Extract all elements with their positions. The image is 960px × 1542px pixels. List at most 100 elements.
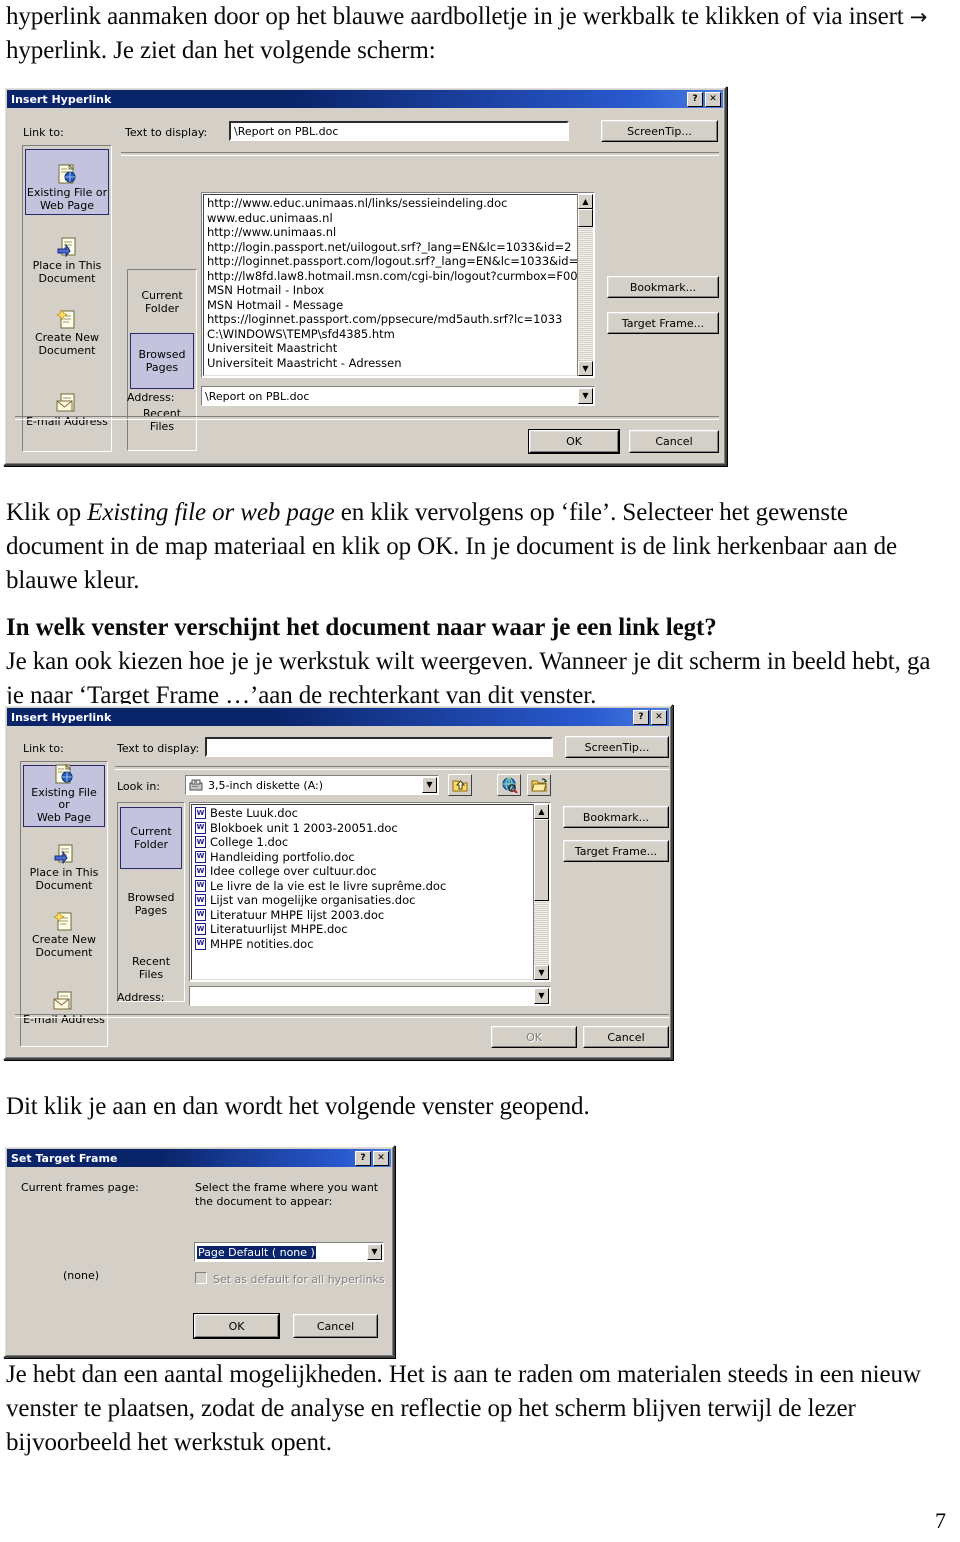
sidebar-item-email-address[interactable]: E-mail Address xyxy=(25,374,109,430)
list-item[interactable]: Universiteit Maastricht xyxy=(204,341,592,356)
list-item[interactable]: http://loginnet.passport.com/logout.srf?… xyxy=(204,254,592,269)
chevron-down-icon[interactable]: ▼ xyxy=(367,1244,382,1260)
dialog1-link-to-label: Link to: xyxy=(23,126,64,139)
list-item[interactable]: http://login.passport.net/uilogout.srf?_… xyxy=(204,240,592,255)
tab-browsed-pages[interactable]: Browsed Pages xyxy=(120,873,182,935)
scroll-down-arrow-icon[interactable]: ▼ xyxy=(578,361,593,376)
list-item[interactable]: MSN Hotmail - Message xyxy=(204,298,592,313)
dialog1-browsed-pages-list[interactable]: http://www.educ.unimaas.nl/links/sessiei… xyxy=(201,192,595,378)
help-button[interactable]: ? xyxy=(355,1150,371,1166)
sidebar-item-place-in-this-document[interactable]: Place in This Document xyxy=(25,221,109,287)
scroll-up-arrow-icon[interactable]: ▲ xyxy=(534,804,549,819)
tab-recent-files[interactable]: Recent Files xyxy=(120,937,182,999)
close-icon[interactable]: ✕ xyxy=(373,1150,389,1166)
dialog2-text-to-display-input[interactable] xyxy=(205,737,553,757)
listbox-rows-container[interactable]: http://www.educ.unimaas.nl/links/sessiei… xyxy=(204,195,592,370)
dialog2-browse-file-button[interactable] xyxy=(527,774,551,796)
dialog3-set-default-checkbox[interactable] xyxy=(195,1272,207,1284)
dialog3-frame-combo[interactable]: Page Default ( none ) ▼ xyxy=(194,1242,384,1262)
insert-hyperlink-dialog-1[interactable]: Insert Hyperlink ? ✕ Link to: Text to di… xyxy=(3,86,727,466)
dialog2-address-combo[interactable]: ▼ xyxy=(189,986,551,1006)
dialog2-titlebar[interactable]: Insert Hyperlink ? ✕ xyxy=(7,708,669,726)
dialog3-current-frames-page-value: (none) xyxy=(63,1269,100,1282)
sidebar-item-create-new-document[interactable]: Create New Document xyxy=(25,293,109,359)
list-item[interactable]: C:\WINDOWS\TEMP\sfd4385.htm xyxy=(204,327,592,342)
up-one-level-icon xyxy=(452,780,467,792)
word-document-icon: W xyxy=(195,879,206,892)
dialog3-titlebar[interactable]: Set Target Frame ? ✕ xyxy=(7,1149,391,1167)
list-item[interactable]: W Lijst van mogelijke organisaties.doc xyxy=(192,893,548,908)
list-item[interactable]: Universiteit Maastricht - Adressen xyxy=(204,356,592,371)
list-item[interactable]: W Blokboek unit 1 2003-20051.doc xyxy=(192,821,548,836)
scroll-thumb[interactable] xyxy=(534,819,549,901)
sidebar-item-existing-file-or-web-page[interactable]: Existing File or Web Page xyxy=(25,149,109,215)
list-item[interactable]: www.educ.unimaas.nl xyxy=(204,211,592,226)
scroll-track[interactable] xyxy=(578,209,593,361)
list-item[interactable]: W College 1.doc xyxy=(192,835,548,850)
sidebar-item-label-line2: Document xyxy=(38,343,96,357)
dialog1-link-to-pane[interactable]: Existing File or Web Page Place in This … xyxy=(22,145,112,452)
dialog2-target-frame-button[interactable]: Target Frame... xyxy=(563,840,669,862)
list-item[interactable]: W Literatuur MHPE lijst 2003.doc xyxy=(192,908,548,923)
word-document-icon: W xyxy=(195,865,206,878)
list-item[interactable]: W Handleiding portfolio.doc xyxy=(192,850,548,865)
tab-browsed-pages[interactable]: Browsed Pages xyxy=(130,333,194,389)
dialog2-ok-button[interactable]: OK xyxy=(491,1026,577,1048)
dialog1-titlebar[interactable]: Insert Hyperlink ? ✕ xyxy=(7,90,723,108)
list-item[interactable]: W Idee college over cultuur.doc xyxy=(192,864,548,879)
dialog1-text-to-display-input[interactable]: \Report on PBL.doc xyxy=(229,121,569,141)
dialog2-browse-web-button[interactable] xyxy=(497,774,521,796)
dialog3-ok-button[interactable]: OK xyxy=(194,1314,279,1338)
dialog1-screentip-button[interactable]: ScreenTip... xyxy=(601,120,718,142)
insert-hyperlink-dialog-2[interactable]: Insert Hyperlink ? ✕ Link to: Text to di… xyxy=(3,704,673,1060)
chevron-down-icon[interactable]: ▼ xyxy=(534,988,549,1004)
dialog2-list-scrollbar[interactable]: ▲ ▼ xyxy=(533,804,549,980)
chevron-down-icon[interactable]: ▼ xyxy=(578,388,593,404)
list-item[interactable]: http://www.educ.unimaas.nl/links/sessiei… xyxy=(204,196,592,211)
list-item[interactable]: W Le livre de la vie est le livre suprême… xyxy=(192,879,548,894)
list-item[interactable]: https://loginnet.passport.com/ppsecure/m… xyxy=(204,312,592,327)
p3-body-text: Je kan ook kiezen hoe je je werkstuk wil… xyxy=(6,648,931,709)
dialog1-list-scrollbar[interactable]: ▲ ▼ xyxy=(577,194,593,376)
help-button[interactable]: ? xyxy=(633,709,649,725)
list-item[interactable]: W Beste Luuk.doc xyxy=(192,806,548,821)
paragraph-je-hebt-dan: Je hebt dan een aantal mogelijkheden. He… xyxy=(6,1358,950,1460)
dialog2-file-list[interactable]: W Beste Luuk.doc W Blokboek unit 1 2003-200… xyxy=(189,802,551,982)
dialog2-look-in-combo[interactable]: 3,5-inch diskette (A:) ▼ xyxy=(185,775,439,795)
dialog2-separator-top xyxy=(115,766,669,770)
tab-current-folder[interactable]: Current Folder xyxy=(130,274,194,330)
scroll-thumb[interactable] xyxy=(578,209,593,227)
dialog3-cancel-button[interactable]: Cancel xyxy=(293,1314,378,1338)
dialog1-ok-button[interactable]: OK xyxy=(529,430,619,453)
dialog2-screentip-button[interactable]: ScreenTip... xyxy=(565,736,669,758)
list-item[interactable]: MSN Hotmail - Inbox xyxy=(204,283,592,298)
dialog1-source-tabs[interactable]: Current Folder Browsed Pages Recent File… xyxy=(127,269,197,451)
sidebar-item-email-address[interactable]: E-mail Address xyxy=(23,974,105,1028)
scroll-down-arrow-icon[interactable]: ▼ xyxy=(534,965,549,980)
list-item[interactable]: W Literatuurlijst MHPE.doc xyxy=(192,922,548,937)
dialog1-bookmark-button[interactable]: Bookmark... xyxy=(607,276,719,298)
list-item-label: http://www.unimaas.nl xyxy=(207,225,337,239)
dialog2-source-tabs[interactable]: Current Folder Browsed Pages Recent File… xyxy=(117,802,185,1002)
chevron-down-icon[interactable]: ▼ xyxy=(422,777,437,793)
sidebar-item-existing-file-or-web-page[interactable]: Existing File or Web Page xyxy=(23,763,105,827)
dialog2-cancel-button[interactable]: Cancel xyxy=(583,1026,669,1048)
dialog2-bookmark-button[interactable]: Bookmark... xyxy=(563,806,669,828)
sidebar-item-place-in-this-document[interactable]: Place in This Document xyxy=(23,832,105,894)
dialog2-up-one-level-button[interactable] xyxy=(448,774,472,796)
sidebar-item-create-new-document[interactable]: Create New Document xyxy=(23,899,105,961)
help-button[interactable]: ? xyxy=(687,91,703,107)
list-item[interactable]: W MHPE notities.doc xyxy=(192,937,548,952)
set-target-frame-dialog[interactable]: Set Target Frame ? ✕ Current frames page… xyxy=(3,1145,395,1358)
close-icon[interactable]: ✕ xyxy=(705,91,721,107)
scroll-up-arrow-icon[interactable]: ▲ xyxy=(578,194,593,209)
dialog1-target-frame-button[interactable]: Target Frame... xyxy=(607,312,719,334)
dialog2-link-to-pane[interactable]: Existing File or Web Page Place in This … xyxy=(20,761,108,1047)
dialog1-cancel-button[interactable]: Cancel xyxy=(629,430,719,453)
close-icon[interactable]: ✕ xyxy=(651,709,667,725)
tab-current-folder[interactable]: Current Folder xyxy=(120,807,182,869)
list-item[interactable]: http://www.unimaas.nl xyxy=(204,225,592,240)
listbox-rows-container[interactable]: W Beste Luuk.doc W Blokboek unit 1 2003-200… xyxy=(192,805,548,951)
list-item[interactable]: http://lw8fd.law8.hotmail.msn.com/cgi-bi… xyxy=(204,269,592,284)
dialog1-address-combo[interactable]: \Report on PBL.doc ▼ xyxy=(201,386,595,406)
